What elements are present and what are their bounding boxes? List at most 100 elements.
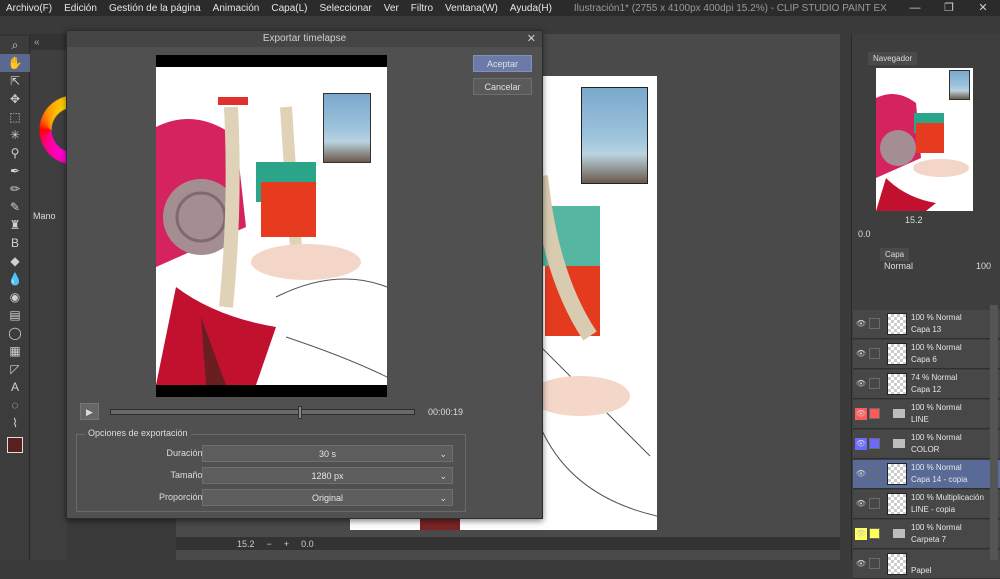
layer-row[interactable]: 👁 100 % Normal Capa 14 - copia: [853, 460, 1000, 489]
layer-name: Capa 6: [911, 355, 937, 364]
layer-row[interactable]: 👁 100 % Normal Carpeta 7: [853, 520, 1000, 549]
collapse-icon[interactable]: «: [30, 37, 44, 48]
visibility-eye-icon[interactable]: 👁: [855, 468, 867, 480]
menu-ver[interactable]: Ver: [378, 3, 405, 14]
pen-tool-icon[interactable]: ✒: [0, 162, 30, 180]
cancel-button[interactable]: Cancelar: [473, 78, 532, 95]
layer-thumbnail: [887, 343, 907, 365]
proportion-label: Proporción:: [158, 492, 205, 502]
brush-tool-icon[interactable]: ✎: [0, 198, 30, 216]
lock-toggle[interactable]: [869, 378, 880, 389]
layer-row[interactable]: 👁 100 % Normal LINE: [853, 400, 1000, 429]
layer-mode: 100 % Normal: [911, 523, 962, 532]
eraser-icon[interactable]: ◆: [0, 252, 30, 270]
menu-edicion[interactable]: Edición: [58, 3, 103, 14]
layer-row[interactable]: 👁 74 % Normal Capa 12: [853, 370, 1000, 399]
menu-archivo[interactable]: Archivo(F): [0, 3, 58, 14]
figure-icon[interactable]: ◯: [0, 324, 30, 342]
visibility-eye-icon[interactable]: 👁: [855, 528, 867, 540]
timeline-slider[interactable]: [110, 406, 415, 419]
lock-toggle[interactable]: [869, 528, 880, 539]
layer-thumbnail: [887, 553, 907, 575]
timeline-handle[interactable]: [298, 406, 302, 419]
zoom-value[interactable]: 15.2: [231, 539, 261, 549]
navigator-rotation-value[interactable]: 0.0: [858, 229, 871, 239]
pencil-tool-icon[interactable]: ✏: [0, 180, 30, 198]
visibility-eye-icon[interactable]: 👁: [855, 498, 867, 510]
layer-name: Papel: [911, 566, 932, 575]
size-select[interactable]: 1280 px ⌄: [202, 467, 453, 484]
close-button[interactable]: ✕: [966, 0, 1000, 16]
layer-row[interactable]: 👁 100 % Multiplicación LINE - copia: [853, 490, 1000, 519]
layer-row[interactable]: 👁 100 % Normal Capa 13: [853, 310, 1000, 339]
balloon-icon[interactable]: ◌: [0, 396, 30, 414]
lock-toggle[interactable]: [869, 318, 880, 329]
fill-icon[interactable]: ◉: [0, 288, 30, 306]
folder-icon: [893, 409, 905, 418]
layer-thumbnail: [887, 493, 907, 515]
zoom-tool-icon[interactable]: ⌕: [0, 36, 30, 54]
lock-toggle[interactable]: [869, 438, 880, 449]
blend-icon[interactable]: 💧: [0, 270, 30, 288]
layer-scrollbar[interactable]: [990, 305, 998, 560]
move-tool-icon[interactable]: ✥: [0, 90, 30, 108]
color-wheel[interactable]: [34, 70, 68, 190]
play-button[interactable]: ▶: [80, 403, 99, 420]
lock-toggle[interactable]: [869, 348, 880, 359]
lock-toggle[interactable]: [869, 408, 880, 419]
menu-ventana[interactable]: Ventana(W): [439, 3, 504, 14]
object-tool-icon[interactable]: ⇱: [0, 72, 30, 90]
ruler-icon[interactable]: ◸: [0, 360, 30, 378]
auto-select-icon[interactable]: ✳: [0, 126, 30, 144]
eyedropper-icon[interactable]: ⚲: [0, 144, 30, 162]
accept-button[interactable]: Aceptar: [473, 55, 532, 72]
hand-tool-icon[interactable]: ✋: [0, 54, 30, 72]
lock-toggle[interactable]: [869, 498, 880, 509]
minimize-button[interactable]: —: [898, 0, 932, 16]
maximize-button[interactable]: ❐: [932, 0, 966, 16]
duration-select[interactable]: 30 s ⌄: [202, 445, 453, 462]
decoration-icon[interactable]: B: [0, 234, 30, 252]
gradient-icon[interactable]: ▤: [0, 306, 30, 324]
close-icon[interactable]: ✕: [527, 31, 536, 47]
layer-row[interactable]: 👁 100 % Normal COLOR: [853, 430, 1000, 459]
blend-mode-select[interactable]: Normal: [884, 261, 913, 271]
rotation-value[interactable]: 0.0: [295, 539, 320, 549]
main-color-swatch[interactable]: [0, 432, 30, 458]
navigator-preview[interactable]: [876, 68, 973, 211]
text-tool-icon[interactable]: A: [0, 378, 30, 396]
visibility-eye-icon[interactable]: 👁: [855, 378, 867, 390]
status-bar: 15.2 − + 0.0: [176, 537, 840, 550]
layer-row[interactable]: 👁 100 % Normal Capa 6: [853, 340, 1000, 369]
size-value: 1280 px: [311, 471, 344, 481]
visibility-eye-icon[interactable]: 👁: [855, 438, 867, 450]
correct-line-icon[interactable]: ⌇: [0, 414, 30, 432]
zoom-out-icon[interactable]: −: [261, 539, 278, 549]
frame-icon[interactable]: ▦: [0, 342, 30, 360]
airbrush-icon[interactable]: ♜: [0, 216, 30, 234]
layer-name: LINE: [911, 415, 929, 424]
tool-palette: ⌕ ✋ ⇱ ✥ ⬚ ✳ ⚲ ✒ ✏ ✎ ♜ B ◆ 💧 ◉ ▤ ◯ ▦ ◸ A …: [0, 36, 30, 560]
visibility-eye-icon[interactable]: 👁: [855, 408, 867, 420]
dialog-title: Exportar timelapse: [262, 33, 347, 44]
proportion-select[interactable]: Original ⌄: [202, 489, 453, 506]
menu-ayuda[interactable]: Ayuda(H): [504, 3, 558, 14]
navigator-zoom-value[interactable]: 15.2: [905, 215, 923, 225]
opacity-value[interactable]: 100: [976, 261, 991, 271]
export-options-group: Opciones de exportación Duración: 30 s ⌄…: [76, 428, 466, 512]
menu-capa[interactable]: Capa(L): [265, 3, 313, 14]
menu-filtro[interactable]: Filtro: [405, 3, 439, 14]
size-label: Tamaño:: [170, 470, 205, 480]
menu-animacion[interactable]: Animación: [207, 3, 266, 14]
chevron-down-icon: ⌄: [439, 449, 447, 459]
menu-gestion-pagina[interactable]: Gestión de la página: [103, 3, 207, 14]
tab-navigator[interactable]: Navegador: [868, 52, 918, 65]
visibility-eye-icon[interactable]: 👁: [855, 318, 867, 330]
menu-seleccionar[interactable]: Seleccionar: [314, 3, 378, 14]
zoom-in-icon[interactable]: +: [278, 539, 295, 549]
layer-row[interactable]: 👁 Papel: [853, 550, 1000, 579]
lock-toggle[interactable]: [869, 468, 880, 479]
visibility-eye-icon[interactable]: 👁: [855, 348, 867, 360]
selection-tool-icon[interactable]: ⬚: [0, 108, 30, 126]
tab-layer[interactable]: Capa: [880, 248, 910, 261]
